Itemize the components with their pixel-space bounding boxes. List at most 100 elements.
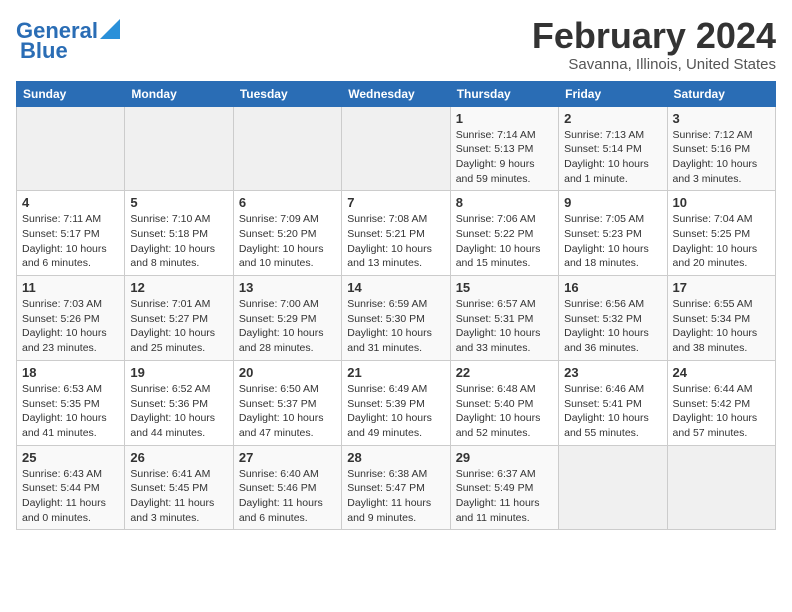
day-number: 10 bbox=[673, 195, 770, 210]
calendar-table: SundayMondayTuesdayWednesdayThursdayFrid… bbox=[16, 81, 776, 531]
day-info: Sunrise: 7:00 AMSunset: 5:29 PMDaylight:… bbox=[239, 297, 336, 356]
calendar-cell: 19 Sunrise: 6:52 AMSunset: 5:36 PMDayligh… bbox=[125, 360, 233, 445]
header-row: SundayMondayTuesdayWednesdayThursdayFrid… bbox=[17, 81, 776, 106]
week-row-2: 4 Sunrise: 7:11 AMSunset: 5:17 PMDaylight… bbox=[17, 191, 776, 276]
day-number: 26 bbox=[130, 450, 227, 465]
calendar-cell: 23Sunrise: 6:46 AMSunset: 5:41 PMDayligh… bbox=[559, 360, 667, 445]
calendar-cell: 29 Sunrise: 6:37 AMSunset: 5:49 PMDayligh… bbox=[450, 445, 558, 530]
calendar-cell: 21Sunrise: 6:49 AMSunset: 5:39 PMDayligh… bbox=[342, 360, 450, 445]
day-number: 4 bbox=[22, 195, 119, 210]
day-number: 3 bbox=[673, 111, 770, 126]
calendar-cell: 8Sunrise: 7:06 AMSunset: 5:22 PMDaylight… bbox=[450, 191, 558, 276]
day-number: 28 bbox=[347, 450, 444, 465]
logo: General Blue bbox=[16, 16, 120, 63]
calendar-cell: 25 Sunrise: 6:43 AMSunset: 5:44 PMDayligh… bbox=[17, 445, 125, 530]
calendar-cell: 26 Sunrise: 6:41 AMSunset: 5:45 PMDayligh… bbox=[125, 445, 233, 530]
day-number: 14 bbox=[347, 280, 444, 295]
header-day-wednesday: Wednesday bbox=[342, 81, 450, 106]
day-number: 1 bbox=[456, 111, 553, 126]
calendar-cell: 12 Sunrise: 7:01 AMSunset: 5:27 PMDayligh… bbox=[125, 276, 233, 361]
day-number: 20 bbox=[239, 365, 336, 380]
day-number: 6 bbox=[239, 195, 336, 210]
day-number: 13 bbox=[239, 280, 336, 295]
day-number: 17 bbox=[673, 280, 770, 295]
day-number: 8 bbox=[456, 195, 553, 210]
day-info: Sunrise: 6:40 AMSunset: 5:46 PMDaylight:… bbox=[239, 467, 336, 526]
calendar-cell bbox=[667, 445, 775, 530]
day-info: Sunrise: 6:48 AMSunset: 5:40 PMDaylight:… bbox=[456, 382, 553, 441]
day-info: Sunrise: 6:43 AMSunset: 5:44 PMDaylight:… bbox=[22, 467, 119, 526]
day-number: 12 bbox=[130, 280, 227, 295]
calendar-cell: 27 Sunrise: 6:40 AMSunset: 5:46 PMDayligh… bbox=[233, 445, 341, 530]
day-info: Sunrise: 7:13 AMSunset: 5:14 PMDaylight:… bbox=[564, 128, 661, 187]
calendar-cell bbox=[559, 445, 667, 530]
calendar-cell: 11Sunrise: 7:03 AMSunset: 5:26 PMDayligh… bbox=[17, 276, 125, 361]
calendar-cell: 2 Sunrise: 7:13 AMSunset: 5:14 PMDaylight… bbox=[559, 106, 667, 191]
day-number: 7 bbox=[347, 195, 444, 210]
calendar-cell: 18 Sunrise: 6:53 AMSunset: 5:35 PMDayligh… bbox=[17, 360, 125, 445]
header-day-tuesday: Tuesday bbox=[233, 81, 341, 106]
day-number: 24 bbox=[673, 365, 770, 380]
day-number: 22 bbox=[456, 365, 553, 380]
logo-icon bbox=[100, 19, 120, 39]
header-day-monday: Monday bbox=[125, 81, 233, 106]
calendar-cell: 6 Sunrise: 7:09 AMSunset: 5:20 PMDaylight… bbox=[233, 191, 341, 276]
day-number: 2 bbox=[564, 111, 661, 126]
header-day-thursday: Thursday bbox=[450, 81, 558, 106]
calendar-cell: 28 Sunrise: 6:38 AMSunset: 5:47 PMDayligh… bbox=[342, 445, 450, 530]
day-number: 9 bbox=[564, 195, 661, 210]
day-info: Sunrise: 7:05 AMSunset: 5:23 PMDaylight:… bbox=[564, 212, 661, 271]
day-info: Sunrise: 7:14 AMSunset: 5:13 PMDaylight:… bbox=[456, 128, 553, 187]
header: General Blue February 2024 Savanna, Illi… bbox=[16, 16, 776, 73]
day-number: 19 bbox=[130, 365, 227, 380]
day-info: Sunrise: 7:03 AMSunset: 5:26 PMDaylight:… bbox=[22, 297, 119, 356]
day-info: Sunrise: 7:01 AMSunset: 5:27 PMDaylight:… bbox=[130, 297, 227, 356]
month-title: February 2024 bbox=[532, 16, 776, 56]
calendar-cell: 7 Sunrise: 7:08 AMSunset: 5:21 PMDaylight… bbox=[342, 191, 450, 276]
day-number: 5 bbox=[130, 195, 227, 210]
calendar-body: 1 Sunrise: 7:14 AMSunset: 5:13 PMDaylight… bbox=[17, 106, 776, 530]
week-row-5: 25 Sunrise: 6:43 AMSunset: 5:44 PMDayligh… bbox=[17, 445, 776, 530]
day-info: Sunrise: 6:46 AMSunset: 5:41 PMDaylight:… bbox=[564, 382, 661, 441]
day-info: Sunrise: 6:53 AMSunset: 5:35 PMDaylight:… bbox=[22, 382, 119, 441]
day-info: Sunrise: 6:56 AMSunset: 5:32 PMDaylight:… bbox=[564, 297, 661, 356]
logo-text-blue: Blue bbox=[20, 38, 68, 63]
day-number: 27 bbox=[239, 450, 336, 465]
day-number: 29 bbox=[456, 450, 553, 465]
day-info: Sunrise: 7:04 AMSunset: 5:25 PMDaylight:… bbox=[673, 212, 770, 271]
day-info: Sunrise: 6:38 AMSunset: 5:47 PMDaylight:… bbox=[347, 467, 444, 526]
calendar-cell bbox=[342, 106, 450, 191]
day-number: 15 bbox=[456, 280, 553, 295]
day-info: Sunrise: 7:10 AMSunset: 5:18 PMDaylight:… bbox=[130, 212, 227, 271]
calendar-cell bbox=[17, 106, 125, 191]
week-row-4: 18 Sunrise: 6:53 AMSunset: 5:35 PMDayligh… bbox=[17, 360, 776, 445]
calendar-cell bbox=[125, 106, 233, 191]
day-number: 21 bbox=[347, 365, 444, 380]
day-info: Sunrise: 6:55 AMSunset: 5:34 PMDaylight:… bbox=[673, 297, 770, 356]
location-title: Savanna, Illinois, United States bbox=[532, 56, 776, 73]
calendar-cell: 5 Sunrise: 7:10 AMSunset: 5:18 PMDaylight… bbox=[125, 191, 233, 276]
day-info: Sunrise: 6:52 AMSunset: 5:36 PMDaylight:… bbox=[130, 382, 227, 441]
calendar-cell bbox=[233, 106, 341, 191]
day-info: Sunrise: 6:41 AMSunset: 5:45 PMDaylight:… bbox=[130, 467, 227, 526]
calendar-cell: 22 Sunrise: 6:48 AMSunset: 5:40 PMDayligh… bbox=[450, 360, 558, 445]
day-info: Sunrise: 6:50 AMSunset: 5:37 PMDaylight:… bbox=[239, 382, 336, 441]
day-info: Sunrise: 7:08 AMSunset: 5:21 PMDaylight:… bbox=[347, 212, 444, 271]
day-info: Sunrise: 7:11 AMSunset: 5:17 PMDaylight:… bbox=[22, 212, 119, 271]
calendar-cell: 17 Sunrise: 6:55 AMSunset: 5:34 PMDayligh… bbox=[667, 276, 775, 361]
day-number: 16 bbox=[564, 280, 661, 295]
calendar-cell: 1 Sunrise: 7:14 AMSunset: 5:13 PMDaylight… bbox=[450, 106, 558, 191]
title-area: February 2024 Savanna, Illinois, United … bbox=[532, 16, 776, 73]
calendar-cell: 20 Sunrise: 6:50 AMSunset: 5:37 PMDayligh… bbox=[233, 360, 341, 445]
header-day-saturday: Saturday bbox=[667, 81, 775, 106]
calendar-cell: 9 Sunrise: 7:05 AMSunset: 5:23 PMDaylight… bbox=[559, 191, 667, 276]
calendar-cell: 13 Sunrise: 7:00 AMSunset: 5:29 PMDayligh… bbox=[233, 276, 341, 361]
day-number: 25 bbox=[22, 450, 119, 465]
header-day-friday: Friday bbox=[559, 81, 667, 106]
calendar-cell: 15Sunrise: 6:57 AMSunset: 5:31 PMDayligh… bbox=[450, 276, 558, 361]
week-row-3: 11Sunrise: 7:03 AMSunset: 5:26 PMDayligh… bbox=[17, 276, 776, 361]
calendar-cell: 4 Sunrise: 7:11 AMSunset: 5:17 PMDaylight… bbox=[17, 191, 125, 276]
day-number: 18 bbox=[22, 365, 119, 380]
day-info: Sunrise: 6:37 AMSunset: 5:49 PMDaylight:… bbox=[456, 467, 553, 526]
day-info: Sunrise: 7:09 AMSunset: 5:20 PMDaylight:… bbox=[239, 212, 336, 271]
